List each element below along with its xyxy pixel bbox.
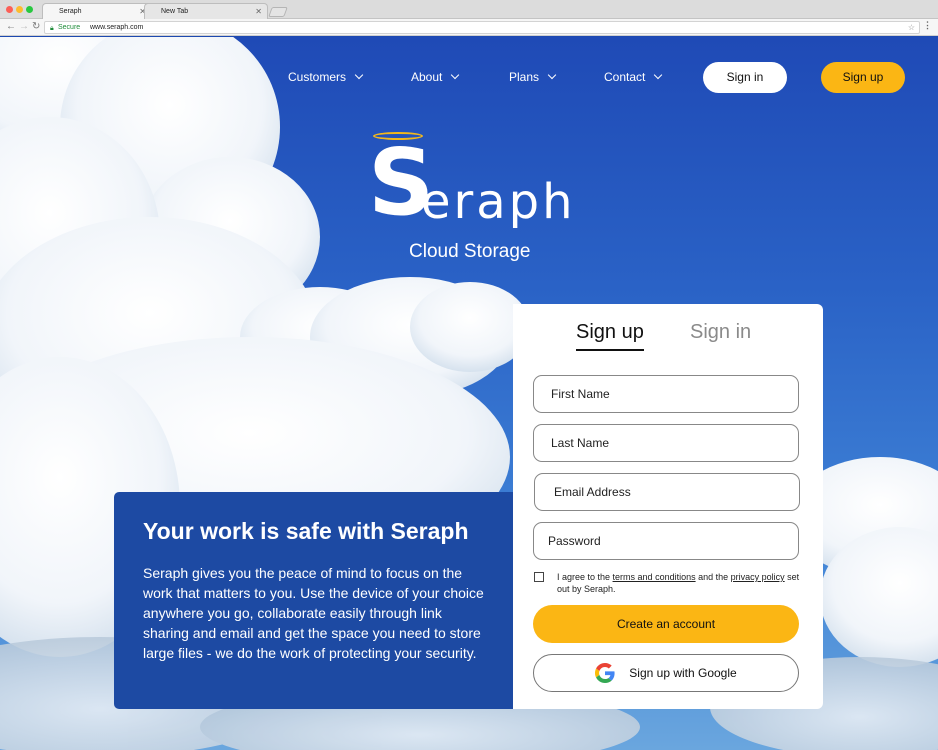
browser-menu-icon[interactable]: ⋮	[923, 20, 932, 31]
logo-tagline: Cloud Storage	[409, 241, 531, 262]
terms-link[interactable]: terms and conditions	[613, 572, 696, 582]
info-heading: Your work is safe with Seraph	[143, 518, 469, 544]
lock-icon: 🔒︎	[50, 25, 54, 32]
page-content: Customers About Plans Contact Sign in Si…	[0, 37, 938, 750]
chevron-down-icon	[547, 70, 557, 80]
nav-plans[interactable]: Plans	[509, 70, 557, 84]
password-field[interactable]	[533, 522, 799, 560]
close-tab-icon[interactable]: ✕	[255, 7, 262, 16]
nav-contact[interactable]: Contact	[604, 70, 663, 84]
terms-agreement-text: I agree to the terms and conditions and …	[557, 571, 807, 595]
browser-tab-bar: Seraph ✕ New Tab ✕	[0, 0, 938, 19]
new-tab-button[interactable]	[268, 7, 288, 17]
create-account-button[interactable]: Create an account	[533, 605, 799, 643]
google-icon	[595, 663, 615, 683]
address-bar[interactable]: 🔒︎ Secure www.seraph.com ☆	[44, 21, 920, 34]
close-window-icon[interactable]	[6, 6, 13, 13]
nav-about[interactable]: About	[411, 70, 460, 84]
info-body: Seraph gives you the peace of mind to fo…	[143, 565, 484, 661]
chevron-down-icon	[451, 70, 460, 80]
browser-tab-label: Seraph	[59, 8, 82, 15]
forward-arrow-icon[interactable]: →	[19, 21, 29, 33]
privacy-link[interactable]: privacy policy	[731, 572, 785, 582]
secure-label: Secure	[58, 24, 81, 31]
maximize-window-icon[interactable]	[26, 6, 33, 13]
email-field[interactable]	[534, 473, 800, 511]
tab-signin[interactable]: Sign in	[690, 321, 751, 344]
agree-prefix: I agree to the	[557, 572, 613, 582]
signup-card: Sign up Sign in I agree to the terms and…	[513, 304, 823, 709]
last-name-field[interactable]	[533, 424, 799, 462]
reload-icon[interactable]: ↻	[32, 21, 40, 33]
browser-tab-seraph[interactable]: Seraph ✕	[42, 3, 152, 19]
chevron-down-icon	[654, 70, 663, 80]
terms-checkbox[interactable]	[534, 572, 544, 582]
tab-signup[interactable]: Sign up	[576, 321, 644, 351]
agree-mid: and the	[695, 572, 731, 582]
nav-about-label: About	[411, 70, 443, 84]
minimize-window-icon[interactable]	[16, 6, 23, 13]
logo-wordmark: eraph	[421, 174, 576, 230]
google-signup-label: Sign up with Google	[629, 666, 737, 680]
nav-customers-label: Customers	[288, 70, 347, 84]
header-signup-button[interactable]: Sign up	[821, 62, 905, 93]
chevron-down-icon	[354, 70, 364, 80]
nav-customers[interactable]: Customers	[288, 70, 364, 84]
header-signin-button[interactable]: Sign in	[703, 62, 787, 93]
back-arrow-icon[interactable]: ←	[6, 21, 16, 33]
url-text[interactable]: www.seraph.com	[90, 22, 143, 33]
bookmark-star-icon[interactable]: ☆	[908, 22, 915, 33]
nav-contact-label: Contact	[604, 70, 646, 84]
nav-plans-label: Plans	[509, 70, 540, 84]
google-signup-button[interactable]: Sign up with Google	[533, 654, 799, 692]
browser-toolbar: ← → ↻ 🔒︎ Secure www.seraph.com ☆ ⋮	[0, 19, 938, 36]
browser-tab-new[interactable]: New Tab ✕	[144, 3, 268, 19]
browser-tab-label: New Tab	[161, 8, 189, 15]
first-name-field[interactable]	[533, 375, 799, 413]
info-panel: Your work is safe with Seraph Seraph giv…	[114, 492, 514, 709]
